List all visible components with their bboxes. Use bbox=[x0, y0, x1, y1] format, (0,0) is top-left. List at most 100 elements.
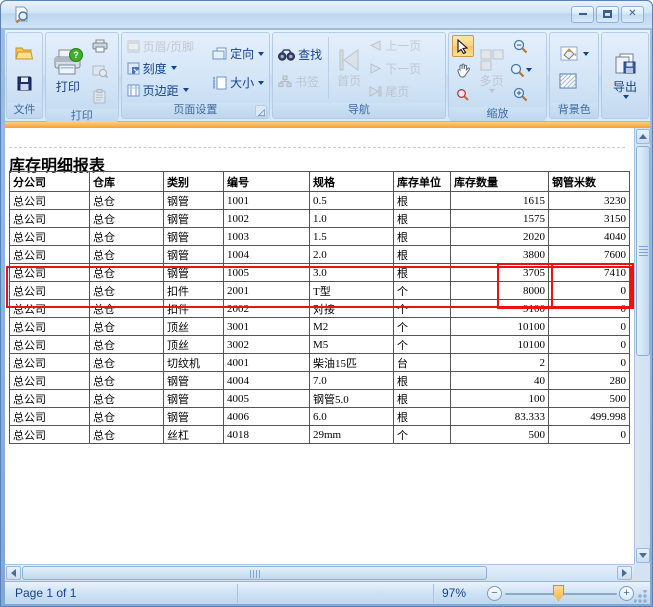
pan-hand-button[interactable] bbox=[452, 59, 474, 81]
margins-button[interactable]: 页边距 bbox=[125, 81, 209, 100]
vertical-scrollbar[interactable] bbox=[634, 128, 650, 564]
table-cell: 7600 bbox=[549, 246, 630, 264]
table-cell: 2020 bbox=[451, 228, 549, 246]
find-button[interactable]: 查找 bbox=[276, 45, 324, 64]
table-cell: 1615 bbox=[451, 192, 549, 210]
export-button[interactable]: 导出 bbox=[608, 51, 642, 100]
table-cell: 4005 bbox=[224, 390, 310, 408]
scroll-down-icon bbox=[639, 553, 647, 558]
scroll-up-icon bbox=[639, 134, 647, 139]
table-cell: 钢管 bbox=[164, 246, 224, 264]
scroll-left-button[interactable] bbox=[6, 566, 21, 580]
table-cell: 总公司 bbox=[10, 426, 90, 444]
column-header: 库存单位 bbox=[394, 172, 451, 192]
next-page-button[interactable]: 下一页 bbox=[367, 59, 423, 78]
horizontal-scrollbar[interactable] bbox=[5, 564, 650, 581]
table-cell: 总公司 bbox=[10, 318, 90, 336]
save-button[interactable] bbox=[13, 72, 35, 94]
print-button[interactable]: ? 打印 bbox=[49, 47, 87, 96]
ribbon-group-background: 背景色 bbox=[549, 32, 599, 119]
save-icon bbox=[17, 76, 32, 91]
table-cell: 3002 bbox=[224, 336, 310, 354]
bookmark-button[interactable]: 书签 bbox=[276, 72, 324, 91]
table-cell: 根 bbox=[394, 264, 451, 282]
group-label-navigation: 导航 bbox=[273, 103, 444, 118]
zoom-out-slider-button[interactable]: − bbox=[487, 586, 502, 601]
table-cell: 总仓 bbox=[90, 282, 164, 300]
scale-label: 刻度 bbox=[143, 60, 167, 77]
group-label-background: 背景色 bbox=[550, 103, 598, 118]
ribbon-group-zoom: 多页 bbox=[448, 32, 548, 119]
table-cell: 总公司 bbox=[10, 408, 90, 426]
scroll-right-button[interactable] bbox=[617, 566, 632, 580]
horizontal-scroll-thumb[interactable] bbox=[22, 566, 487, 580]
scroll-down-button[interactable] bbox=[636, 548, 650, 563]
table-cell: 7.0 bbox=[310, 372, 394, 390]
select-cursor-button[interactable] bbox=[452, 35, 474, 57]
header-footer-button[interactable]: 页眉/页脚 bbox=[125, 37, 209, 56]
table-cell: 10100 bbox=[451, 318, 549, 336]
table-cell: T型 bbox=[310, 282, 394, 300]
maximize-button[interactable] bbox=[596, 6, 619, 23]
size-button[interactable]: 大小 bbox=[210, 73, 266, 92]
fill-color-button[interactable] bbox=[557, 44, 591, 63]
bookmark-icon bbox=[278, 75, 292, 88]
zoom-in-button[interactable] bbox=[510, 83, 532, 105]
first-page-button[interactable]: 首页 bbox=[333, 47, 365, 90]
scroll-right-icon bbox=[622, 569, 627, 577]
zoom-out-button[interactable] bbox=[510, 35, 532, 57]
table-cell: 500 bbox=[549, 390, 630, 408]
table-cell: 顶丝 bbox=[164, 336, 224, 354]
table-cell: 29mm bbox=[310, 426, 394, 444]
table-cell: 钢管 bbox=[164, 228, 224, 246]
table-cell: 钢管 bbox=[164, 192, 224, 210]
page-margin-guide bbox=[9, 147, 625, 148]
status-bar: Page 1 of 1 97% − + bbox=[5, 581, 650, 604]
zoom-in-slider-button[interactable]: + bbox=[619, 586, 634, 601]
quick-print-button[interactable] bbox=[89, 35, 111, 57]
next-page-label: 下一页 bbox=[385, 60, 421, 77]
prev-page-button[interactable]: 上一页 bbox=[367, 36, 423, 55]
report-page: 库存明细报表 分公司仓库类别编号规格库存单位库存数量钢管米数 总公司总仓钢管10… bbox=[5, 128, 634, 564]
table-cell: 总公司 bbox=[10, 300, 90, 318]
export-icon bbox=[611, 52, 639, 78]
table-cell: 1.0 bbox=[310, 210, 394, 228]
multi-page-button[interactable]: 多页 bbox=[476, 47, 508, 94]
window-resize-grip[interactable] bbox=[634, 590, 647, 603]
print-button-label: 打印 bbox=[56, 78, 80, 95]
open-file-button[interactable] bbox=[13, 42, 35, 64]
print-setup-button[interactable] bbox=[89, 60, 111, 82]
close-button[interactable]: ✕ bbox=[621, 6, 644, 23]
table-cell: 83.333 bbox=[451, 408, 549, 426]
table-cell: 个 bbox=[394, 282, 451, 300]
clipboard-button[interactable] bbox=[89, 85, 111, 107]
margins-label: 页边距 bbox=[143, 82, 179, 99]
orientation-button[interactable]: 定向 bbox=[210, 44, 266, 63]
table-cell: 钢管 bbox=[164, 210, 224, 228]
table-row: 总公司总仓扣件2002对接个91000 bbox=[10, 300, 630, 318]
table-cell: 个 bbox=[394, 300, 451, 318]
zoom-tool-button[interactable] bbox=[452, 83, 474, 105]
table-cell: 0 bbox=[549, 282, 630, 300]
last-page-button[interactable]: 尾页 bbox=[367, 82, 423, 101]
svg-text:?: ? bbox=[73, 50, 79, 60]
table-cell: 钢管 bbox=[164, 372, 224, 390]
table-cell: 1.5 bbox=[310, 228, 394, 246]
vertical-scroll-thumb[interactable] bbox=[636, 146, 650, 356]
table-cell: 总仓 bbox=[90, 390, 164, 408]
scale-button[interactable]: 刻度 bbox=[125, 59, 209, 78]
zoom-percentage: 97% bbox=[442, 586, 466, 600]
printer-icon: ? bbox=[52, 48, 84, 78]
zoom-slider-thumb[interactable] bbox=[553, 585, 564, 601]
scale-icon bbox=[127, 62, 140, 75]
minimize-button[interactable] bbox=[571, 6, 594, 23]
zoom-level-button[interactable] bbox=[510, 59, 532, 81]
scroll-up-button[interactable] bbox=[636, 129, 650, 144]
orientation-label: 定向 bbox=[230, 45, 254, 62]
magnifier-icon bbox=[456, 88, 469, 101]
paint-bucket-icon bbox=[559, 45, 579, 62]
table-cell: 总公司 bbox=[10, 210, 90, 228]
ribbon-group-file: 文件 bbox=[6, 32, 43, 119]
page-setup-dialog-launcher[interactable]: ◿ bbox=[255, 105, 267, 117]
watermark-button[interactable] bbox=[557, 70, 579, 92]
